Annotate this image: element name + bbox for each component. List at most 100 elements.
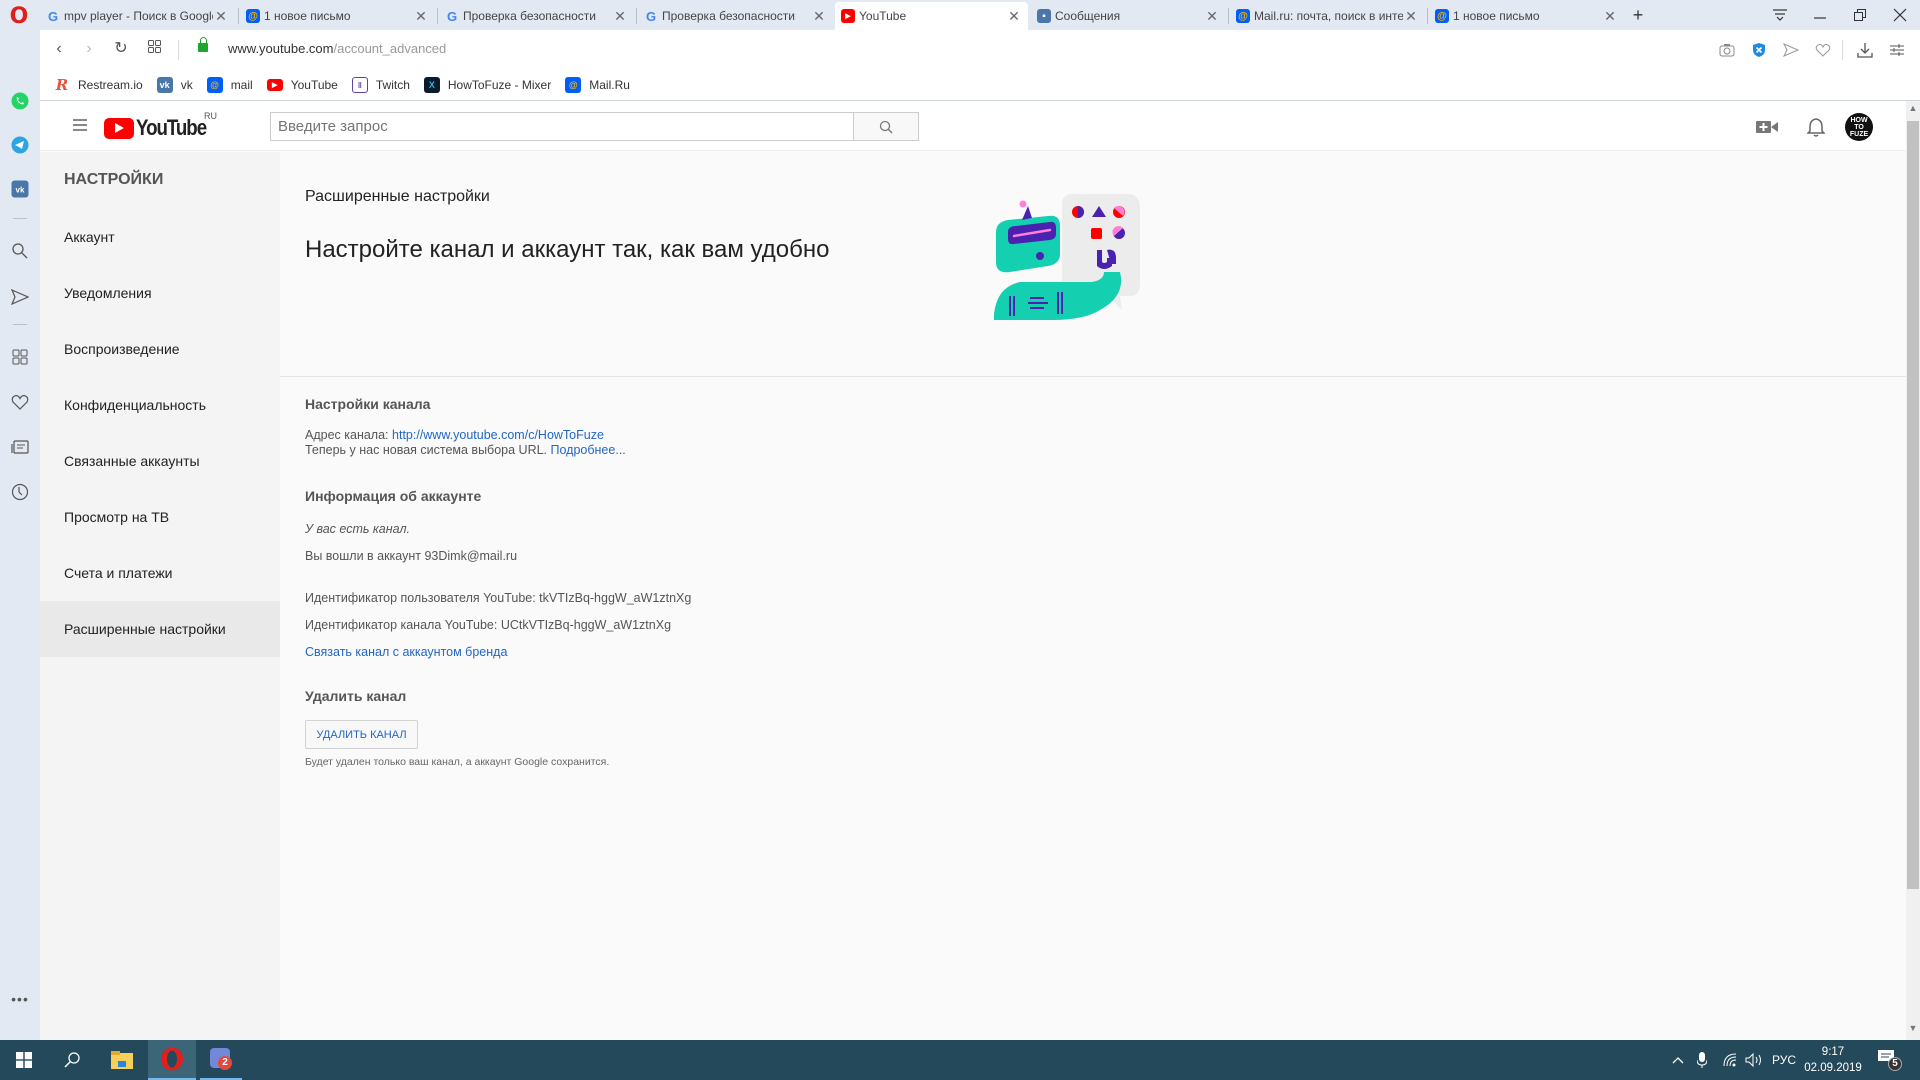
easy-setup-icon[interactable] xyxy=(1885,38,1909,62)
bookmark-vk[interactable]: vk vk xyxy=(156,77,193,93)
close-tab-icon[interactable]: ✕ xyxy=(1602,8,1618,25)
scroll-thumb[interactable] xyxy=(1907,121,1919,889)
youtube-logo[interactable]: YouTube RU xyxy=(104,111,218,141)
youtube-icon: ▶ xyxy=(266,79,283,91)
nav-item-billing[interactable]: Счета и платежи xyxy=(40,545,280,601)
delete-channel-button[interactable]: УДАЛИТЬ КАНАЛ xyxy=(305,720,418,749)
vk-icon[interactable]: vk xyxy=(9,178,31,200)
google-icon: G xyxy=(446,8,458,24)
clock[interactable]: 9:17 02.09.2019 xyxy=(1804,1040,1862,1080)
upload-video-icon[interactable] xyxy=(1754,114,1780,140)
file-explorer-button[interactable] xyxy=(98,1040,146,1080)
nav-item-tv[interactable]: Просмотр на ТВ xyxy=(40,489,280,545)
start-button[interactable] xyxy=(0,1040,48,1080)
url-field[interactable]: www.youtube.com/account_advanced xyxy=(228,41,446,56)
more-icon[interactable]: ••• xyxy=(9,988,31,1010)
tab[interactable]: ▪ Сообщения ✕ xyxy=(1031,2,1226,30)
bookmark-twitch[interactable]: ‖ Twitch xyxy=(351,77,410,93)
close-tab-icon[interactable]: ✕ xyxy=(1403,8,1419,25)
search-input[interactable] xyxy=(270,112,854,141)
google-icon: G xyxy=(47,8,59,24)
heart-bookmark-icon[interactable] xyxy=(1811,38,1835,62)
close-tab-icon[interactable]: ✕ xyxy=(1006,8,1022,25)
tab[interactable]: @ Mail.ru: почта, поиск в интернете ✕ xyxy=(1230,2,1425,30)
nav-item-playback[interactable]: Воспроизведение xyxy=(40,321,280,377)
wifi-icon[interactable] xyxy=(1723,1040,1737,1080)
close-tab-icon[interactable]: ✕ xyxy=(811,8,827,25)
close-window-button[interactable] xyxy=(1885,4,1915,26)
mailru-icon: @ xyxy=(1236,9,1250,23)
scroll-up-arrow[interactable]: ▲ xyxy=(1906,103,1920,119)
show-hidden-icons[interactable] xyxy=(1672,1040,1684,1080)
close-tab-icon[interactable]: ✕ xyxy=(213,8,229,25)
tab-active[interactable]: ▶ YouTube ✕ xyxy=(835,2,1028,30)
opera-menu-icon[interactable]: O xyxy=(8,6,30,30)
minimize-button[interactable] xyxy=(1805,4,1835,26)
speed-dial-icon[interactable] xyxy=(9,346,31,368)
nav-item-privacy[interactable]: Конфиденциальность xyxy=(40,377,280,433)
signed-in-text: Вы вошли в аккаунт 93Dimk@mail.ru xyxy=(305,549,518,563)
volume-icon[interactable] xyxy=(1745,1040,1763,1080)
send-flow-icon[interactable] xyxy=(1779,38,1803,62)
nav-item-account[interactable]: Аккаунт xyxy=(40,209,280,265)
back-button[interactable]: ‹ xyxy=(48,38,70,60)
snapshot-icon[interactable] xyxy=(1715,38,1739,62)
history-clock-icon[interactable] xyxy=(9,481,31,503)
bookmark-mixer[interactable]: X HowToFuze - Mixer xyxy=(423,77,551,93)
close-tab-icon[interactable]: ✕ xyxy=(612,8,628,25)
download-icon[interactable] xyxy=(1853,38,1877,62)
scroll-down-arrow[interactable]: ▼ xyxy=(1906,1023,1920,1039)
action-center-button[interactable]: 5 xyxy=(1878,1040,1908,1080)
new-tab-button[interactable]: + xyxy=(1623,4,1653,26)
bookmark-youtube[interactable]: ▶ YouTube xyxy=(266,78,338,92)
tab-divider xyxy=(437,8,438,24)
discord-taskbar-button[interactable]: 2 xyxy=(200,1040,242,1080)
bookmark-mail[interactable]: @ mail xyxy=(206,77,253,93)
tab[interactable]: G Проверка безопасности ✕ xyxy=(439,2,634,30)
tab-menu-icon[interactable] xyxy=(1765,4,1795,26)
bookmark-mailru[interactable]: @ Mail.Ru xyxy=(565,77,630,93)
youtube-icon: ▶ xyxy=(841,9,855,23)
news-icon[interactable] xyxy=(9,436,31,458)
notifications-bell-icon[interactable] xyxy=(1803,114,1829,140)
tab[interactable]: G mpv player - Поиск в Google ✕ xyxy=(40,2,235,30)
bookmarks-heart-icon[interactable] xyxy=(9,391,31,413)
restore-button[interactable] xyxy=(1845,4,1875,26)
learn-more-link[interactable]: Подробнее... xyxy=(551,443,626,457)
adblock-shield-icon[interactable] xyxy=(1747,38,1771,62)
link-brand-account-link[interactable]: Связать канал с аккаунтом бренда xyxy=(305,645,507,659)
bookmark-label: YouTube xyxy=(290,78,338,92)
bookmark-label: Mail.Ru xyxy=(589,78,630,92)
avatar[interactable]: HOW TO FUZE xyxy=(1845,113,1873,141)
bookmark-restream[interactable]: R Restream.io xyxy=(54,76,143,94)
microphone-icon[interactable] xyxy=(1697,1040,1707,1080)
speed-dial-button[interactable] xyxy=(143,38,165,60)
reload-button[interactable]: ↻ xyxy=(110,38,132,60)
telegram-icon[interactable] xyxy=(9,134,31,156)
channel-settings-heading: Настройки канала xyxy=(305,396,431,412)
tab[interactable]: @ 1 новое письмо ✕ xyxy=(1429,2,1624,30)
settings-sidebar: НАСТРОЙКИ Аккаунт Уведомления Воспроизве… xyxy=(40,152,280,1040)
opera-taskbar-button[interactable] xyxy=(148,1040,196,1080)
language-indicator[interactable]: РУС xyxy=(1772,1040,1796,1080)
channel-url-link[interactable]: http://www.youtube.com/c/HowToFuze xyxy=(392,428,604,442)
taskbar-search-button[interactable] xyxy=(48,1040,96,1080)
whatsapp-icon[interactable] xyxy=(9,90,31,112)
page-scrollbar[interactable]: ▲ ▼ xyxy=(1906,101,1920,1040)
close-tab-icon[interactable]: ✕ xyxy=(1204,8,1220,25)
forward-button[interactable]: › xyxy=(78,38,100,60)
tab-title: mpv player - Поиск в Google xyxy=(64,9,213,23)
nav-item-notifications[interactable]: Уведомления xyxy=(40,265,280,321)
tab-divider xyxy=(1427,8,1428,24)
lock-icon[interactable] xyxy=(198,37,208,52)
guide-menu-icon[interactable] xyxy=(73,119,87,131)
close-tab-icon[interactable]: ✕ xyxy=(413,8,429,25)
search-button[interactable] xyxy=(853,112,919,141)
search-icon[interactable] xyxy=(9,240,31,262)
nav-item-connected-accounts[interactable]: Связанные аккаунты xyxy=(40,433,280,489)
nav-item-advanced[interactable]: Расширенные настройки xyxy=(40,601,280,657)
settings-title: НАСТРОЙКИ xyxy=(64,171,164,188)
tab[interactable]: @ 1 новое письмо ✕ xyxy=(240,2,435,30)
tab[interactable]: G Проверка безопасности ✕ xyxy=(638,2,833,30)
flow-icon[interactable] xyxy=(9,286,31,308)
